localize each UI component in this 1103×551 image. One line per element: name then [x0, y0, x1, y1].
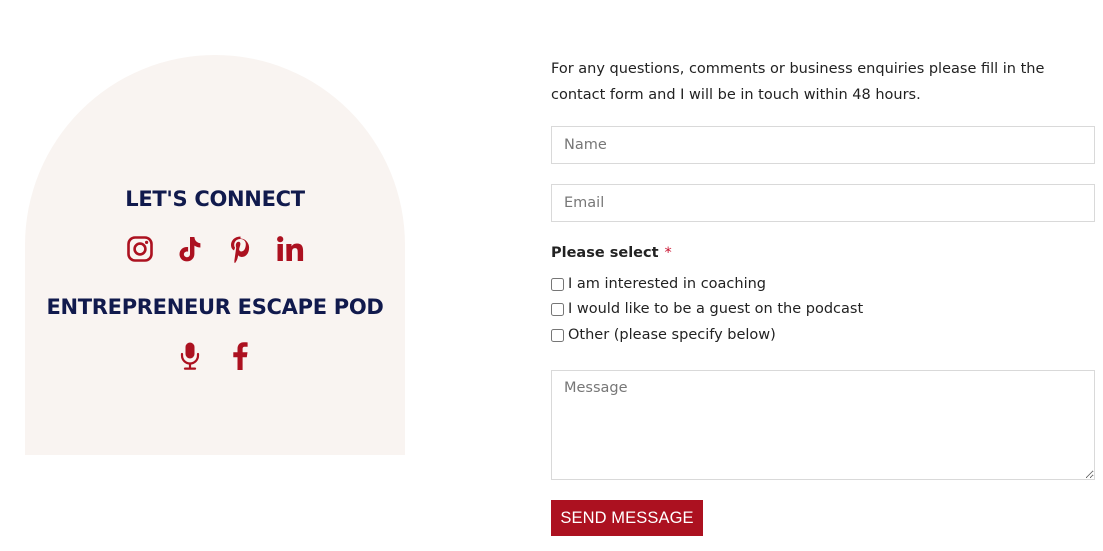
option-podcast-guest[interactable]: I would like to be a guest on the podcas… [551, 301, 863, 317]
required-marker: * [664, 245, 672, 261]
facebook-icon[interactable] [225, 341, 255, 371]
connect-heading: LET'S CONNECT [125, 187, 305, 211]
message-field[interactable] [551, 370, 1095, 480]
option-other-label: Other (please specify below) [568, 327, 776, 343]
tiktok-icon[interactable] [175, 234, 205, 264]
linkedin-icon[interactable] [275, 234, 305, 264]
select-label-text: Please select [551, 245, 659, 261]
name-field[interactable] [551, 126, 1095, 164]
option-coaching-label: I am interested in coaching [568, 276, 767, 292]
option-podcast-guest-label: I would like to be a guest on the podcas… [568, 301, 864, 317]
other-checkbox[interactable] [551, 328, 564, 342]
podcast-icons [25, 341, 405, 371]
social-icons [25, 234, 405, 264]
instagram-icon[interactable] [125, 234, 155, 264]
send-message-button[interactable]: SEND MESSAGE [551, 500, 703, 536]
select-label: Please select * [551, 245, 672, 261]
option-other[interactable]: Other (please specify below) [551, 327, 776, 343]
option-coaching[interactable]: I am interested in coaching [551, 276, 766, 292]
pinterest-icon[interactable] [225, 234, 255, 264]
email-field[interactable] [551, 184, 1095, 222]
coaching-checkbox[interactable] [551, 277, 564, 291]
podcast-heading: ENTREPRENEUR ESCAPE POD [46, 295, 384, 319]
microphone-icon[interactable] [175, 341, 205, 371]
contact-intro: For any questions, comments or business … [551, 61, 1045, 103]
podcast-guest-checkbox[interactable] [551, 302, 564, 316]
